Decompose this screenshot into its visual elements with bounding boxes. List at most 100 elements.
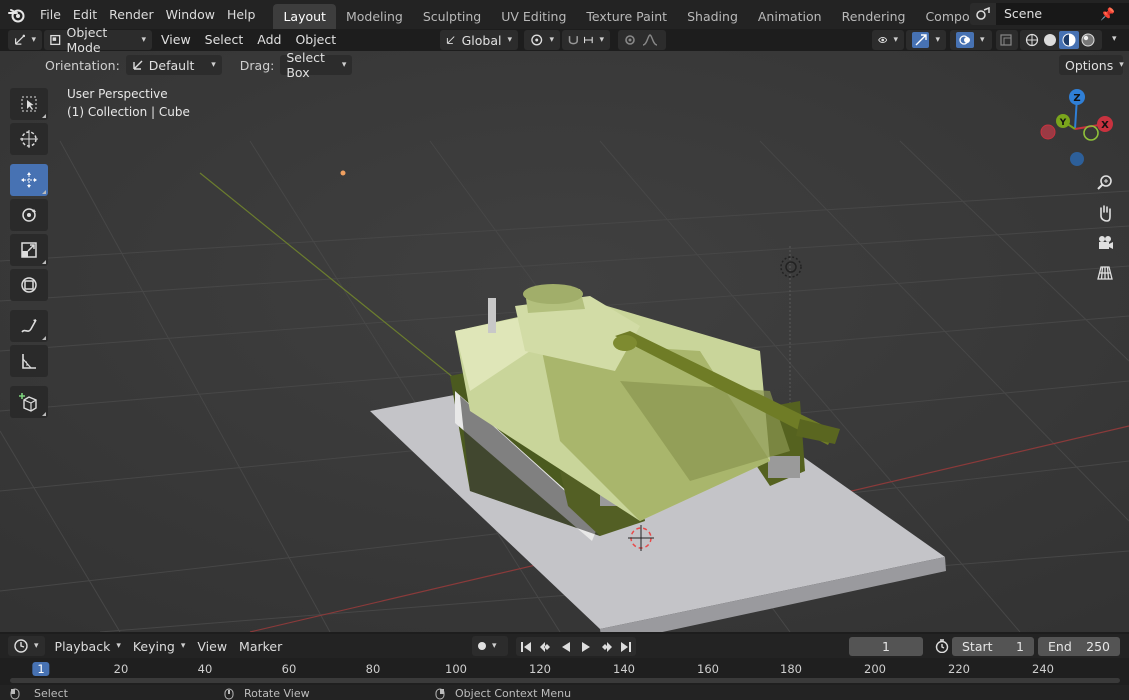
menu-help[interactable]: Help	[221, 0, 262, 29]
frame-tick: 240	[1032, 662, 1054, 676]
scene-icon[interactable]	[970, 3, 996, 25]
snap-increment-icon	[583, 36, 593, 44]
navigation-gizmo[interactable]: Z X Y	[1035, 87, 1115, 167]
snapping-dropdown[interactable]: ▾	[562, 30, 610, 50]
jump-keyframe-back-icon[interactable]	[536, 637, 556, 656]
scale-tool[interactable]	[10, 234, 48, 266]
pivot-icon	[531, 34, 543, 46]
timeline-editor-type-button[interactable]: ▾	[8, 636, 45, 656]
gizmo-toggle[interactable]: ▾	[906, 30, 946, 50]
3d-viewport[interactable]: User Perspective (1) Collection | Cube Z…	[0, 51, 1129, 632]
jump-end-icon[interactable]	[616, 637, 636, 656]
drag-dropdown[interactable]: Select Box ▾	[280, 50, 353, 80]
rotate-tool[interactable]	[10, 199, 48, 231]
status-rotate-label: Rotate View	[244, 687, 310, 700]
tab-rendering[interactable]: Rendering	[832, 4, 916, 29]
options-dropdown[interactable]: Options ▾	[1059, 55, 1124, 75]
play-icon[interactable]	[576, 637, 596, 656]
visibility-dropdown[interactable]: ▾	[872, 30, 904, 50]
scene-name-field[interactable]: Scene 📌	[996, 3, 1129, 25]
chevron-down-icon: ▾	[34, 641, 39, 651]
orientation-icon	[446, 36, 455, 44]
camera-view-icon[interactable]	[1092, 230, 1118, 256]
gizmo-neg-z-axis[interactable]	[1070, 152, 1084, 166]
overlays-toggle[interactable]: ▾	[950, 30, 992, 50]
annotate-tool[interactable]	[10, 310, 48, 342]
shading-options-chevron-icon[interactable]: ▾	[1112, 34, 1117, 44]
viewport-menu-object[interactable]: Object	[288, 30, 343, 50]
wireframe-shading-icon[interactable]	[1023, 33, 1041, 47]
top-menu-bar: File Edit Render Window Help Layout Mode…	[0, 0, 1129, 29]
tab-animation[interactable]: Animation	[748, 4, 832, 29]
rendered-shading-icon[interactable]	[1079, 33, 1097, 47]
gizmo-neg-y-axis[interactable]	[1083, 125, 1099, 141]
chevron-down-icon: ▾	[211, 60, 216, 70]
left-toolbar	[10, 88, 48, 421]
material-preview-icon[interactable]	[1059, 31, 1079, 49]
playhead-frame[interactable]: 1	[32, 662, 50, 676]
record-icon	[478, 642, 486, 650]
orientation-dropdown[interactable]: Default ▾	[125, 55, 222, 75]
solid-shading-icon[interactable]	[1041, 33, 1059, 47]
viewport-menu-select[interactable]: Select	[198, 30, 251, 50]
xray-toggle[interactable]	[996, 30, 1018, 50]
frame-tick: 140	[613, 662, 635, 676]
tab-uv-editing[interactable]: UV Editing	[491, 4, 576, 29]
chevron-down-icon: ▾	[935, 35, 940, 45]
select-box-tool[interactable]	[10, 88, 48, 120]
zoom-view-icon[interactable]	[1092, 170, 1118, 196]
tab-shading[interactable]: Shading	[677, 4, 748, 29]
blender-logo-icon[interactable]	[0, 0, 34, 29]
measure-tool[interactable]	[10, 345, 48, 377]
magnet-icon	[568, 36, 578, 45]
scene-selector[interactable]: Scene 📌	[970, 3, 1129, 25]
end-frame-field[interactable]: End 250	[1038, 637, 1120, 656]
transform-orientation-dropdown[interactable]: Global ▾	[440, 30, 518, 50]
jump-start-icon[interactable]	[516, 637, 536, 656]
transform-tool[interactable]	[10, 269, 48, 301]
proportional-editing-dropdown[interactable]	[618, 30, 666, 50]
menu-file[interactable]: File	[34, 0, 67, 29]
tool-options-indicator	[42, 114, 46, 118]
chevron-down-icon: ▾	[141, 35, 146, 45]
start-frame-field[interactable]: Start 1	[952, 637, 1034, 656]
editor-type-button[interactable]: ▾	[8, 30, 42, 50]
viewport-menu-view[interactable]: View	[154, 30, 198, 50]
chevron-down-icon: ▾	[116, 641, 121, 651]
orthographic-toggle-icon[interactable]	[1092, 260, 1118, 286]
frame-tick: 200	[864, 662, 886, 676]
add-cube-tool[interactable]	[10, 386, 48, 418]
tab-texture-paint[interactable]: Texture Paint	[576, 4, 677, 29]
timeline-scrollbar[interactable]	[10, 678, 1120, 683]
auto-keying-toggle[interactable]: ▾	[472, 636, 508, 656]
active-object-label: (1) Collection | Cube	[67, 105, 190, 119]
tab-layout[interactable]: Layout	[273, 4, 336, 29]
menu-window[interactable]: Window	[160, 0, 221, 29]
pivot-point-dropdown[interactable]: ▾	[524, 30, 560, 50]
viewport-menu-add[interactable]: Add	[250, 30, 288, 50]
play-reverse-icon[interactable]	[556, 637, 576, 656]
cursor-tool[interactable]	[10, 123, 48, 155]
keying-menu[interactable]: Keying ▾	[127, 636, 192, 656]
playback-menu[interactable]: Playback ▾	[49, 636, 127, 656]
tab-modeling[interactable]: Modeling	[336, 4, 413, 29]
start-frame-label: Start	[962, 639, 993, 654]
chevron-down-icon: ▾	[980, 35, 985, 45]
viewport-header: ▾ Object Mode ▾ View Select Add Object G…	[0, 25, 1129, 55]
light-origin[interactable]	[340, 170, 346, 176]
timeline-ruler[interactable]: 1 20 40 60 80 100 120 140 160 180 200 22…	[0, 658, 1129, 685]
move-tool[interactable]	[10, 164, 48, 196]
gizmo-neg-x-axis[interactable]	[1040, 124, 1056, 140]
chevron-down-icon: ▾	[549, 35, 554, 45]
falloff-curve-icon	[642, 34, 658, 46]
timeline-menu-marker[interactable]: Marker	[233, 636, 288, 656]
pan-view-icon[interactable]	[1092, 200, 1118, 226]
tab-sculpting[interactable]: Sculpting	[413, 4, 491, 29]
jump-keyframe-forward-icon[interactable]	[596, 637, 616, 656]
current-frame-field[interactable]: 1	[849, 637, 923, 656]
status-context: Object Context Menu	[435, 687, 571, 700]
frame-tick: 220	[948, 662, 970, 676]
object-mode-dropdown[interactable]: Object Mode ▾	[44, 25, 152, 55]
pin-icon[interactable]: 📌	[1100, 3, 1115, 25]
timeline-menu-view[interactable]: View	[191, 636, 233, 656]
